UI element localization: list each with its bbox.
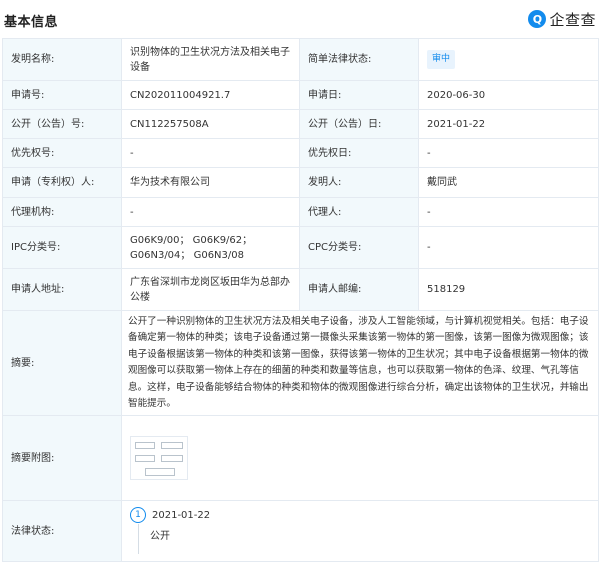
table-row: 申请号: CN202011004921.7 申请日: 2020-06-30	[2, 80, 599, 110]
address-value: 广东省深圳市龙岗区坂田华为总部办公楼	[121, 268, 300, 311]
agency-value: -	[121, 197, 300, 227]
table-row: 摘要: 公开了一种识别物体的卫生状况方法及相关电子设备，涉及人工智能领域，与计算…	[2, 310, 599, 416]
table-row: 法律状态: 1 2021-01-22 公开	[2, 500, 599, 562]
address-label: 申请人地址:	[2, 268, 122, 311]
publication-no-label: 公开（公告）号:	[2, 109, 122, 139]
table-row: 优先权号: - 优先权日: -	[2, 138, 599, 168]
legal-status-brief-cell: 审中	[418, 38, 599, 81]
qcc-logo-text: 企查查	[549, 10, 596, 29]
publication-date-value: 2021-01-22	[418, 109, 599, 139]
qcc-logo-icon: Q	[528, 10, 547, 28]
inventor-value: 戴同武	[418, 167, 599, 198]
table-row: 代理机构: - 代理人: -	[2, 197, 599, 227]
priority-no-value: -	[121, 138, 300, 168]
timeline-connector	[138, 524, 139, 554]
inventor-label: 发明人:	[299, 167, 419, 198]
timeline-event: 公开	[150, 531, 170, 542]
publication-date-label: 公开（公告）日:	[299, 109, 419, 139]
publication-no-value: CN112257508A	[121, 109, 300, 139]
timeline-step-number: 1	[130, 507, 146, 523]
table-row: 公开（公告）号: CN112257508A 公开（公告）日: 2021-01-2…	[2, 109, 599, 139]
law-status-label: 法律状态:	[2, 500, 122, 562]
postcode-value: 518129	[418, 268, 599, 311]
status-badge: 审中	[427, 50, 456, 69]
table-row: 发明名称: 识别物体的卫生状况方法及相关电子设备 简单法律状态: 审中	[2, 38, 599, 81]
abstract-figure-thumbnail[interactable]	[130, 436, 188, 480]
law-status-timeline: 1 2021-01-22 公开	[130, 507, 590, 561]
section-header: 基本信息 Q 企查查	[0, 0, 600, 36]
postcode-label: 申请人邮编:	[299, 268, 419, 311]
ipc-value: G06K9/00； G06K9/62； G06N3/04； G06N3/08	[121, 226, 300, 269]
table-row: 申请人地址: 广东省深圳市龙岗区坂田华为总部办公楼 申请人邮编: 518129	[2, 268, 599, 311]
timeline-date: 2021-01-22	[152, 510, 211, 521]
priority-date-value: -	[418, 138, 599, 168]
invention-name-value: 识别物体的卫生状况方法及相关电子设备	[121, 38, 300, 81]
abstract-figure-label: 摘要附图:	[2, 415, 122, 501]
section-title: 基本信息	[4, 15, 59, 30]
invention-name-label: 发明名称:	[2, 38, 122, 81]
application-date-value: 2020-06-30	[418, 80, 599, 110]
application-no-value: CN202011004921.7	[121, 80, 300, 110]
ipc-label: IPC分类号:	[2, 226, 122, 269]
application-no-label: 申请号:	[2, 80, 122, 110]
agent-value: -	[418, 197, 599, 227]
application-date-label: 申请日:	[299, 80, 419, 110]
priority-no-label: 优先权号:	[2, 138, 122, 168]
applicant-label: 申请（专利权）人:	[2, 167, 122, 198]
legal-status-brief-label: 简单法律状态:	[299, 38, 419, 81]
table-row: 申请（专利权）人: 华为技术有限公司 发明人: 戴同武	[2, 167, 599, 198]
applicant-link[interactable]: 华为技术有限公司	[121, 167, 300, 198]
cpc-label: CPC分类号:	[299, 226, 419, 269]
patent-info-table: 发明名称: 识别物体的卫生状况方法及相关电子设备 简单法律状态: 审中 申请号:…	[2, 38, 599, 562]
priority-date-label: 优先权日:	[299, 138, 419, 168]
abstract-text: 公开了一种识别物体的卫生状况方法及相关电子设备，涉及人工智能领域，与计算机视觉相…	[121, 310, 599, 416]
abstract-figure-cell	[121, 415, 599, 501]
cpc-value: -	[418, 226, 599, 269]
table-row: 摘要附图:	[2, 415, 599, 501]
law-status-cell: 1 2021-01-22 公开	[121, 500, 599, 562]
table-row: IPC分类号: G06K9/00； G06K9/62； G06N3/04； G0…	[2, 226, 599, 269]
abstract-label: 摘要:	[2, 310, 122, 416]
agent-label: 代理人:	[299, 197, 419, 227]
agency-label: 代理机构:	[2, 197, 122, 227]
qcc-logo: Q 企查查	[528, 8, 596, 30]
